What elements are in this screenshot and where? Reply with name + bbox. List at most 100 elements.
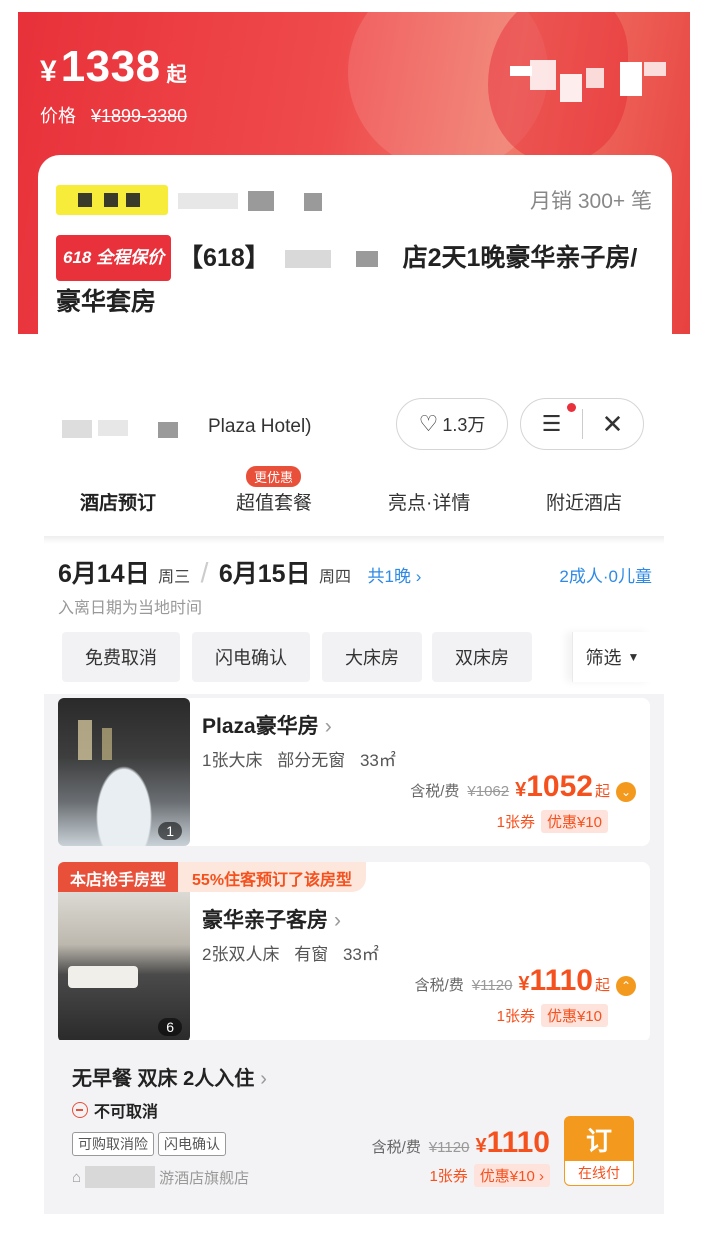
discount-badge: 优惠¥10: [540, 1004, 608, 1027]
original-price: ¥1062: [467, 783, 510, 800]
window-info: 有窗: [294, 945, 329, 964]
price-range: 价格 ¥1899-3380: [40, 102, 187, 128]
caret-down-icon: ▼: [627, 650, 640, 664]
cancel-policy: 不可取消: [72, 1098, 158, 1122]
price-suffix: 起: [594, 977, 610, 994]
lowest-price: ¥ 1338 起: [40, 42, 187, 92]
popular-label: 本店抢手房型: [58, 862, 179, 892]
currency-symbol: ¥: [515, 779, 527, 801]
original-price-range: ¥1899-3380: [91, 106, 188, 126]
date-selector[interactable]: 6月14日 周三 / 6月15日 周四 共1晚 › 2成人·0儿童: [58, 554, 652, 590]
room-specs: 1张大床 部分无窗 33㎡: [202, 746, 406, 771]
tab-nearby-hotels[interactable]: 附近酒店: [546, 488, 622, 515]
tab-label: 酒店预订: [80, 493, 157, 514]
bed-type: 1张大床: [202, 751, 263, 770]
rate-tags: 可购取消险 闪电确认: [72, 1132, 230, 1156]
room-name-text: 豪华亲子客房: [202, 909, 328, 932]
room-price: 含税/费 ¥1062 ¥ 1052 起 ⌄: [410, 770, 636, 804]
pay-online-label: 在线付: [565, 1161, 633, 1185]
discount-badge: 优惠¥10: [540, 810, 608, 833]
checkout-date[interactable]: 6月15日: [219, 560, 311, 588]
room-price: 含税/费 ¥1120 ¥ 1110 起 ⌃: [415, 964, 636, 998]
price-value: 1338: [60, 42, 161, 91]
tab-bar: 酒店预订 更优惠 超值套餐 亮点·详情 附近酒店: [44, 466, 664, 536]
tag-cancel-insurance: 可购取消险: [72, 1132, 154, 1156]
favorite-button[interactable]: ♡ 1.3万: [396, 398, 508, 450]
bed-type: 2张双人床: [202, 945, 280, 964]
action-capsule: ☰ ✕: [520, 398, 644, 450]
tab-hotel-booking[interactable]: 酒店预订: [76, 488, 162, 521]
room-area: 33㎡: [359, 751, 396, 770]
currency-symbol: ¥: [518, 973, 530, 995]
room-card[interactable]: 6 本店抢手房型 55%住客预订了该房型 豪华亲子客房 › 2张双人床 有窗 33…: [58, 862, 650, 1042]
redacted-text: [248, 191, 274, 211]
room-name[interactable]: 豪华亲子客房 ›: [202, 904, 341, 934]
filter-twin-bed[interactable]: 双床房: [432, 632, 532, 682]
close-icon[interactable]: ✕: [583, 409, 643, 440]
coupon-count: 1张券: [496, 1008, 535, 1025]
quick-filters: 免费取消 闪电确认 大床房 双床房 筛选 ▼: [62, 632, 662, 684]
coupon-info: 1张券 优惠¥10: [497, 810, 608, 833]
redacted-text: [178, 193, 238, 209]
tab-highlights-details[interactable]: 亮点·详情: [388, 488, 470, 515]
guests-selector[interactable]: 2成人·0儿童: [559, 562, 652, 587]
checkout-weekday: 周四: [319, 569, 352, 586]
redacted-store-tag: [56, 185, 168, 215]
checkin-date[interactable]: 6月14日: [58, 560, 150, 588]
tab-value-package[interactable]: 超值套餐: [236, 488, 312, 515]
chevron-right-icon: ›: [324, 715, 332, 738]
rate-plan[interactable]: 无早餐 双床 2人入住 › 不可取消 可购取消险 闪电确认 ⌂ 游酒店旗舰店 含税…: [58, 1040, 650, 1210]
hotel-header: Plaza Hotel) ♡ 1.3万 ☰ ✕: [58, 398, 648, 454]
book-button[interactable]: 订 在线付: [564, 1116, 634, 1186]
notification-dot: [566, 403, 576, 412]
price-label: 价格: [40, 106, 76, 126]
room-photo[interactable]: 1: [58, 698, 190, 846]
chevron-right-icon: ›: [260, 1068, 267, 1090]
seller-info[interactable]: ⌂ 游酒店旗舰店: [72, 1166, 249, 1188]
currency-symbol: ¥: [40, 55, 57, 88]
tab-badge: 更优惠: [246, 466, 302, 487]
filter-button[interactable]: 筛选 ▼: [572, 632, 652, 682]
date-note: 入离日期为当地时间: [58, 600, 203, 617]
chevron-right-icon: ›: [334, 909, 341, 932]
discount-badge[interactable]: 优惠¥10 ›: [473, 1164, 550, 1187]
price-suffix: 起: [166, 64, 187, 86]
room-photo[interactable]: 6: [58, 892, 190, 1042]
rate-plan-title[interactable]: 无早餐 双床 2人入住 ›: [72, 1062, 267, 1091]
product-card: 月销 300+ 笔 618 全程保价 【618】 店2天1晚豪华亲子房/豪华套房: [38, 155, 672, 335]
window-info: 部分无窗: [277, 751, 346, 770]
store-icon: ⌂: [72, 1168, 82, 1186]
list-icon[interactable]: ☰: [522, 403, 582, 437]
coupon-info: 1张券 优惠¥10: [497, 1004, 608, 1027]
favorite-count: 1.3万: [442, 415, 486, 435]
chevron-up-icon[interactable]: ⌃: [616, 976, 636, 996]
currency-symbol: ¥: [475, 1135, 487, 1157]
original-price: ¥1120: [471, 977, 513, 994]
tag-instant-confirm: 闪电确认: [158, 1132, 226, 1156]
rate-price: 含税/费 ¥1120 ¥ 1110: [372, 1126, 550, 1160]
room-specs: 2张双人床 有窗 33㎡: [202, 940, 389, 965]
hotel-name: Plaza Hotel): [208, 416, 312, 437]
tax-label: 含税/费: [371, 1139, 421, 1156]
date-separator: /: [200, 557, 209, 588]
filter-king-bed[interactable]: 大床房: [322, 632, 422, 682]
room-name[interactable]: Plaza豪华房 ›: [202, 710, 332, 740]
promo-badge: 618 全程保价: [56, 235, 172, 281]
coupon-count: 1张券: [429, 1168, 468, 1185]
photo-count: 1: [158, 822, 182, 840]
original-price: ¥1120: [428, 1139, 470, 1156]
price-suffix: 起: [594, 783, 610, 800]
current-price: 1052: [526, 770, 593, 803]
filter-free-cancel[interactable]: 免费取消: [62, 632, 180, 682]
current-price: 1110: [486, 1126, 550, 1159]
redacted-text: [98, 420, 128, 436]
room-card[interactable]: 1 Plaza豪华房 › 1张大床 部分无窗 33㎡ 含税/费 ¥1062 ¥ 1…: [58, 698, 650, 846]
monthly-sales: 月销 300+ 笔: [530, 190, 652, 213]
current-price: 1110: [529, 964, 593, 997]
chevron-down-icon[interactable]: ⌄: [616, 782, 636, 802]
filter-instant-confirm[interactable]: 闪电确认: [192, 632, 310, 682]
coupon-info: 1张券 优惠¥10 ›: [429, 1164, 550, 1187]
nights-link[interactable]: 共1晚 ›: [368, 567, 422, 586]
coupon-count: 1张券: [496, 814, 535, 831]
redacted-text: [85, 1166, 156, 1188]
